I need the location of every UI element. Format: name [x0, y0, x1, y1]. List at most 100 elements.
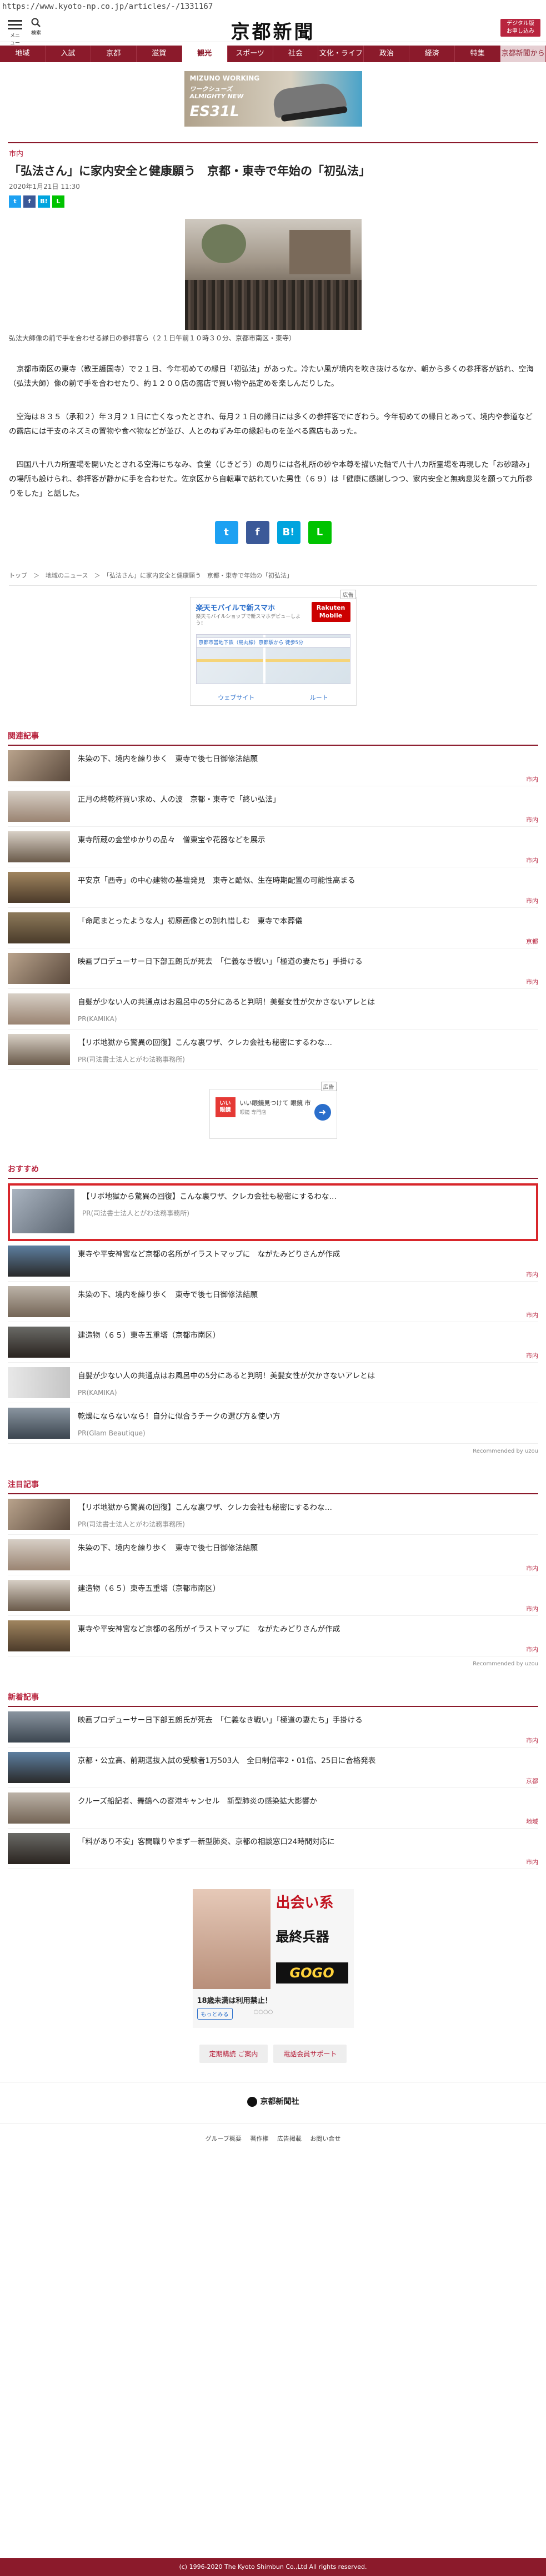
category-tag[interactable]: 市内	[526, 856, 538, 865]
category-tag[interactable]: 市内	[526, 775, 538, 784]
article-link[interactable]: 建造物（６５）東寺五重塔（京都市南区）	[78, 1583, 221, 1594]
article-link[interactable]: 【リボ地獄から驚異の回復】こんな裏ワザ、クレカ会社も秘密にするわな…	[78, 1502, 332, 1513]
article-link[interactable]: 「命尾まとったような人」初原画像との別れ惜しむ 東寺で本葬儀	[78, 916, 302, 927]
nav-item[interactable]: 政治	[364, 46, 410, 62]
category-tag[interactable]: 市内	[526, 1604, 538, 1613]
list-item[interactable]: 朱染の下、境内を練り歩く 東寺で後七日御修法結願市内	[8, 1535, 538, 1575]
category-tag[interactable]: 市内	[526, 1351, 538, 1360]
hatena-share-icon[interactable]: B!	[38, 195, 50, 208]
list-item[interactable]: 乾燥にならないなら！自分に似合うチークの選び方＆使い方 PR(Glam Beaut…	[8, 1403, 538, 1444]
list-item[interactable]: 映画プロデューサー日下部五朗氏が死去 「仁義なき戦い」「極道の妻たち」手掛ける市…	[8, 1707, 538, 1748]
nav-item[interactable]: 京都新聞から	[500, 46, 546, 62]
article-link[interactable]: 朱染の下、境内を練り歩く 東寺で後七日御修法結願	[78, 754, 258, 765]
breadcrumb[interactable]: トップ ＞ 地域のニュース ＞ 「弘法さん」に家内安全と健康願う 京都・東寺で年…	[9, 571, 537, 586]
line-share-icon[interactable]: L	[52, 195, 64, 208]
list-item[interactable]: 「料があり不安」客間職りやまず一新型肺炎、京都の相談窓口24時間対応に市内	[8, 1829, 538, 1869]
list-item[interactable]: 建造物（６５）東寺五重塔（京都市南区） 市内	[8, 1322, 538, 1363]
article-link[interactable]: 「料があり不安」客間職りやまず一新型肺炎、京都の相談窓口24時間対応に	[78, 1836, 335, 1847]
category-tag[interactable]: 地域	[526, 1817, 538, 1826]
website-button[interactable]: ウェブサイト	[218, 693, 254, 702]
category-tag[interactable]: 市内	[526, 815, 538, 824]
category-tag[interactable]: 市内	[526, 1270, 538, 1279]
category-tag[interactable]: 市内	[526, 1736, 538, 1745]
list-item[interactable]: 京都・公立高、前期選抜入試の受験者1万503人 全日制倍率2・01倍、25日に合…	[8, 1748, 538, 1788]
list-item[interactable]: 正月の終乾杯買い求め、人の波 京都・東寺で「終い弘法」市内	[8, 786, 538, 827]
category-tag[interactable]: 市内	[526, 977, 538, 986]
list-item[interactable]: 自髪が少ない人の共通点はお風呂中の5分にあると判明！美髪女性が欠かさないアレとは…	[8, 1363, 538, 1403]
nav-item[interactable]: 特集	[455, 46, 501, 62]
article-link[interactable]: 建造物（６５）東寺五重塔（京都市南区）	[78, 1330, 221, 1341]
map-ad[interactable]: 広告 楽天モバイルで新スマホ 楽天モバイルショップで新スマホデビューしよう！ R…	[189, 590, 357, 706]
footer-link[interactable]: お問い合せ	[310, 2135, 340, 2142]
article-link[interactable]: 京都・公立高、前期選抜入試の受験者1万503人 全日制倍率2・01倍、25日に合…	[78, 1755, 375, 1766]
article-link[interactable]: 乾燥にならないなら！自分に似合うチークの選び方＆使い方	[78, 1411, 280, 1422]
category-tag[interactable]: 市内	[526, 1564, 538, 1573]
list-item[interactable]: 東寺や平安神宮など京都の名所がイラストマップに ながたみどりさんが作成市内	[8, 1616, 538, 1656]
article-link[interactable]: 【リボ地獄から驚異の回復】こんな裏ワザ、クレカ会社も秘密にするわな…	[78, 1037, 332, 1048]
article-category[interactable]: 市内	[9, 148, 537, 158]
nav-item[interactable]: スポーツ	[228, 46, 273, 62]
hatena-share-icon[interactable]: B!	[277, 521, 300, 544]
article-link[interactable]: 正月の終乾杯買い求め、人の波 京都・東寺で「終い弘法」	[78, 794, 280, 805]
list-item[interactable]: クルーズ船記者、舞鶴への寄港キャンセル 新型肺炎の感染拡大影響か地域	[8, 1788, 538, 1829]
category-tag[interactable]: 市内	[526, 1645, 538, 1654]
nav-item[interactable]: 入試	[46, 46, 91, 62]
footer-link[interactable]: 広告掲載	[277, 2135, 302, 2142]
article-link[interactable]: 映画プロデューサー日下部五朗氏が死去 「仁義なき戦い」「極道の妻たち」手掛ける	[78, 1715, 363, 1726]
nav-item[interactable]: 社会	[273, 46, 319, 62]
address-bar[interactable]: https://www.kyoto-np.co.jp/articles/-/13…	[0, 0, 546, 13]
category-tag[interactable]: 市内	[526, 896, 538, 905]
article-link[interactable]: 自髪が少ない人の共通点はお風呂中の5分にあると判明！美髪女性が欠かさないアレとは	[78, 997, 375, 1008]
article-link[interactable]: 平安京「西寺」の中心建物の基壇発見 東寺と酷似、生在時期配置の可能性高まる	[78, 875, 355, 886]
article-link[interactable]: 朱染の下、境内を練り歩く 東寺で後七日御修法結願	[78, 1543, 258, 1554]
article-link[interactable]: 東寺や平安神宮など京都の名所がイラストマップに ながたみどりさんが作成	[78, 1249, 340, 1260]
top-banner-ad[interactable]: MIZUNO WORKING ワークシューズ ALMIGHTY NEW ES31…	[184, 71, 362, 127]
article-link[interactable]: 映画プロデューサー日下部五朗氏が死去 「仁義なき戦い」「極道の妻たち」手掛ける	[78, 956, 363, 967]
list-item[interactable]: 朱染の下、境内を練り歩く 東寺で後七日御修法結願市内	[8, 746, 538, 786]
footer-link[interactable]: 著作権	[250, 2135, 268, 2142]
category-tag[interactable]: 市内	[526, 1857, 538, 1866]
article-link[interactable]: 東寺所蔵の金堂ゆかりの品々 僧東宝や花器などを展示	[78, 835, 266, 846]
article-link[interactable]: 【リボ地獄から驚異の回復】こんな裏ワザ、クレカ会社も秘密にするわな…	[82, 1191, 337, 1202]
list-item[interactable]: 朱染の下、境内を練り歩く 東寺で後七日御修法結願市内	[8, 1282, 538, 1322]
highlighted-article[interactable]: 【リボ地獄から驚異の回復】こんな裏ワザ、クレカ会社も秘密にするわな… PR(司法…	[8, 1183, 538, 1241]
list-item[interactable]: 東寺や平安神宮など京都の名所がイラストマップに ながたみどりさんが作成市内	[8, 1241, 538, 1282]
list-item[interactable]: 平安京「西寺」の中心建物の基壇発見 東寺と酷似、生在時期配置の可能性高まる市内	[8, 867, 538, 908]
article-link[interactable]: 東寺や平安神宮など京都の名所がイラストマップに ながたみどりさんが作成	[78, 1624, 340, 1635]
footer-logo[interactable]: 京都新聞社	[0, 2082, 546, 2107]
uzou-credit[interactable]: Recommended by uzou	[8, 1448, 538, 1454]
category-tag[interactable]: 京都	[526, 937, 538, 946]
nav-item[interactable]: 京都	[91, 46, 137, 62]
list-item[interactable]: 自髪が少ない人の共通点はお風呂中の5分にあると判明！美髪女性が欠かさないアレとは…	[8, 989, 538, 1030]
nav-item[interactable]: 文化・ライフ	[318, 46, 364, 62]
list-item[interactable]: 建造物（６５）東寺五重塔（京都市南区） 市内	[8, 1575, 538, 1616]
arrow-right-icon[interactable]: ➜	[314, 1104, 331, 1121]
nav-item[interactable]: 観光	[182, 46, 228, 62]
twitter-share-icon[interactable]: t	[9, 195, 21, 208]
route-button[interactable]: ルート	[310, 693, 328, 702]
article-link[interactable]: 自髪が少ない人の共通点はお風呂中の5分にあると判明！美髪女性が欠かさないアレとは	[78, 1370, 375, 1382]
uzou-credit[interactable]: Recommended by uzou	[8, 1661, 538, 1667]
subscribe-info-button[interactable]: 定期購読 ご案内	[199, 2045, 268, 2063]
small-ad[interactable]: 広告 いい 眼鏡 いい眼鏡見つけて 眼鏡 市 眼鏡 専門店 ➜	[209, 1082, 337, 1139]
list-item[interactable]: 東寺所蔵の金堂ゆかりの品々 僧東宝や花器などを展示市内	[8, 827, 538, 867]
site-logo[interactable]: 京都新聞	[0, 17, 546, 44]
category-tag[interactable]: 市内	[526, 1310, 538, 1319]
list-item[interactable]: 【リボ地獄から驚異の回復】こんな裏ワザ、クレカ会社も秘密にするわな… PR(司法書…	[8, 1030, 538, 1070]
facebook-share-icon[interactable]: f	[23, 195, 36, 208]
digital-subscribe-button[interactable]: デジタル版 お申し込み	[500, 19, 540, 37]
nav-item[interactable]: 経済	[409, 46, 455, 62]
nav-item[interactable]: 地域	[0, 46, 46, 62]
footer-link[interactable]: グループ概要	[206, 2135, 242, 2142]
member-support-button[interactable]: 電話会員サポート	[273, 2045, 347, 2063]
facebook-share-icon[interactable]: f	[246, 521, 269, 544]
article-photo[interactable]	[184, 219, 362, 330]
article-link[interactable]: クルーズ船記者、舞鶴への寄港キャンセル 新型肺炎の感染拡大影響か	[78, 1796, 317, 1807]
category-tag[interactable]: 京都	[526, 1776, 538, 1785]
line-share-icon[interactable]: L	[308, 521, 332, 544]
twitter-share-icon[interactable]: t	[214, 521, 238, 544]
more-button[interactable]: もっとみる	[197, 2008, 233, 2020]
nav-item[interactable]: 滋賀	[137, 46, 182, 62]
display-ad[interactable]: 出会い系 最終兵器 GOGO 18歳未満は利用禁止！ もっとみる ○○○○	[192, 1889, 354, 2028]
article-link[interactable]: 朱染の下、境内を練り歩く 東寺で後七日御修法結願	[78, 1289, 258, 1300]
